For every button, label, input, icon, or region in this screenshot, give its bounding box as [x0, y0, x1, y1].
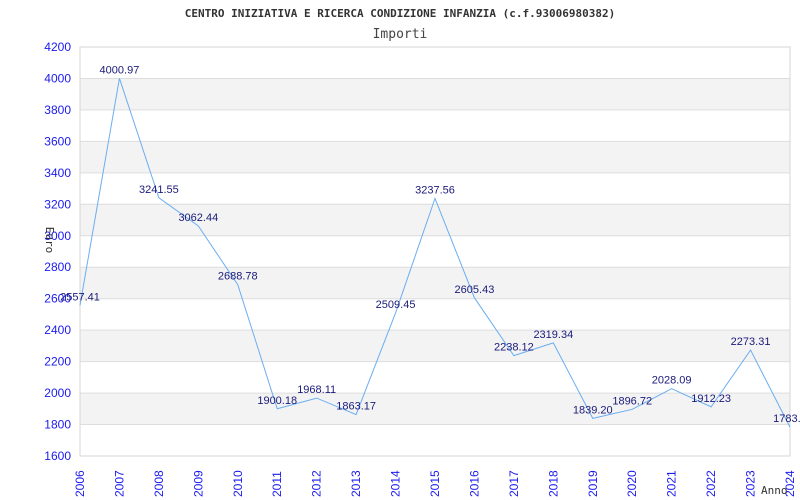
- x-axis-label: Anno: [761, 484, 788, 497]
- x-tick-label: 2010: [231, 470, 245, 497]
- y-tick-label: 3400: [44, 166, 71, 180]
- y-tick-label: 3800: [44, 103, 71, 117]
- data-label: 4000.97: [100, 64, 140, 76]
- y-tick-label: 1800: [44, 418, 71, 432]
- grid-band: [80, 267, 790, 299]
- data-label: 2319.34: [533, 329, 573, 341]
- y-axis-label: Euro: [43, 227, 56, 254]
- x-tick-label: 2016: [467, 470, 481, 497]
- y-tick-label: 1600: [44, 449, 71, 463]
- x-tick-label: 2006: [73, 470, 87, 497]
- x-tick-label: 2012: [310, 470, 324, 497]
- x-tick-label: 2009: [191, 470, 205, 497]
- x-tick-label: 2021: [665, 470, 679, 497]
- y-tick-label: 2000: [44, 386, 71, 400]
- line-chart: CENTRO INIZIATIVA E RICERCA CONDIZIONE I…: [43, 7, 800, 497]
- data-label: 1968.11: [297, 384, 336, 396]
- data-label: 1912.23: [691, 393, 731, 405]
- data-label: 1900.18: [257, 395, 297, 407]
- data-label: 1863.17: [336, 401, 376, 413]
- x-tick-label: 2014: [389, 470, 403, 497]
- chart-subtitle: Importi: [373, 27, 428, 42]
- y-tick-label: 4000: [44, 71, 71, 85]
- x-tick-label: 2017: [507, 470, 521, 497]
- chart-title: CENTRO INIZIATIVA E RICERCA CONDIZIONE I…: [185, 7, 615, 20]
- data-label: 2688.78: [218, 271, 258, 283]
- x-tick-label: 2020: [625, 470, 639, 497]
- x-tick-label: 2022: [704, 470, 718, 497]
- data-label: 3062.44: [178, 212, 218, 224]
- x-tick-label: 2015: [428, 470, 442, 497]
- data-label: 3241.55: [139, 184, 179, 196]
- data-label: 2605.43: [455, 284, 495, 296]
- x-tick-label: 2013: [349, 470, 363, 497]
- grid-band: [80, 141, 790, 173]
- grid-band: [80, 78, 790, 110]
- grid-band: [80, 393, 790, 425]
- x-tick-label: 2007: [112, 470, 126, 497]
- data-label: 2273.31: [731, 336, 771, 348]
- data-label: 2028.09: [652, 375, 692, 387]
- x-tick-label: 2011: [270, 471, 284, 497]
- y-tick-label: 2200: [44, 355, 71, 369]
- y-tick-label: 2800: [44, 260, 71, 274]
- x-tick-label: 2023: [744, 470, 758, 497]
- x-tick-label: 2019: [586, 470, 600, 497]
- data-label: 2238.12: [494, 342, 534, 354]
- y-tick-label: 3600: [44, 134, 71, 148]
- data-label: 3237.56: [415, 184, 455, 196]
- y-tick-label: 3200: [44, 197, 71, 211]
- data-label: 2509.45: [376, 299, 416, 311]
- grid-band: [80, 330, 790, 362]
- data-label: 1839.20: [573, 404, 613, 416]
- data-label: 1783.6: [773, 413, 800, 425]
- y-tick-label: 2400: [44, 323, 71, 337]
- y-tick-label: 4200: [44, 40, 71, 54]
- x-tick-label: 2018: [546, 470, 560, 497]
- x-tick-label: 2008: [152, 470, 166, 497]
- data-label: 1896.72: [612, 395, 652, 407]
- data-label: 2557.41: [60, 291, 100, 303]
